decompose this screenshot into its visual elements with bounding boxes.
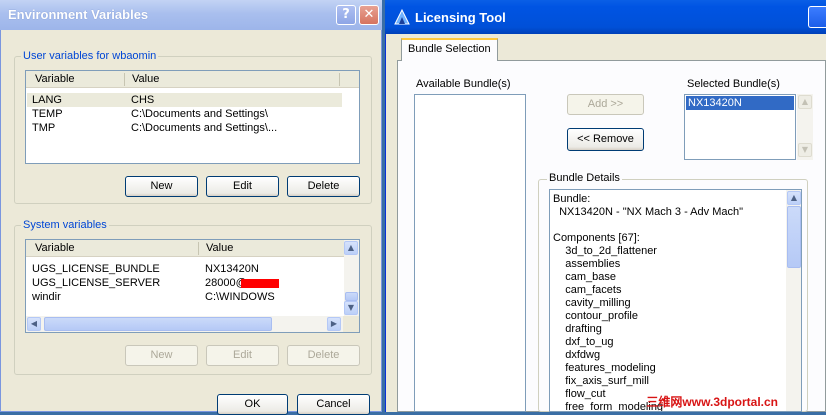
selected-bundles-label: Selected Bundle(s) bbox=[687, 78, 780, 90]
details-line: contour_profile bbox=[553, 310, 638, 322]
scroll-right-icon[interactable]: ▶ bbox=[327, 317, 341, 331]
scroll-up-icon[interactable]: ▲ bbox=[344, 241, 358, 255]
tab-bundle-selection[interactable]: Bundle Selection bbox=[401, 38, 498, 61]
available-bundles-label: Available Bundle(s) bbox=[416, 78, 511, 90]
row-value: CHS bbox=[131, 94, 155, 106]
details-line: Components [67]: bbox=[553, 232, 640, 244]
system-variables-label: System variables bbox=[21, 219, 109, 231]
details-line: features_modeling bbox=[553, 362, 656, 374]
table-row[interactable]: LANG CHS bbox=[27, 93, 342, 107]
bundle-details-text[interactable]: Bundle: NX13420N - "NX Mach 3 - Adv Mach… bbox=[549, 189, 802, 412]
details-line: cam_facets bbox=[553, 284, 622, 296]
details-line: cavity_milling bbox=[553, 297, 631, 309]
watermark-text: 三维网www.3dportal.cn bbox=[646, 395, 778, 409]
env-title-bar[interactable]: Environment Variables ? ✕ bbox=[0, 0, 382, 30]
row-variable: TMP bbox=[32, 122, 56, 134]
details-vscrollbar[interactable]: ▲ bbox=[786, 190, 801, 411]
table-row[interactable]: TEMP C:\Documents and Settings\ bbox=[27, 107, 342, 121]
selected-bundle-item: NX13420N bbox=[688, 97, 742, 109]
details-scroll-thumb[interactable] bbox=[787, 206, 801, 268]
column-variable[interactable]: Variable bbox=[35, 242, 75, 254]
remove-button[interactable]: << Remove bbox=[567, 128, 644, 151]
details-line: Bundle: bbox=[553, 193, 591, 205]
column-value[interactable]: Value bbox=[206, 242, 233, 254]
row-variable: windir bbox=[32, 291, 61, 303]
details-line: dxfdwg bbox=[553, 349, 601, 361]
add-button[interactable]: Add >> bbox=[567, 94, 644, 115]
env-window-title: Environment Variables bbox=[8, 7, 149, 22]
user-list-header: Variable Value bbox=[26, 71, 359, 88]
row-variable: TEMP bbox=[32, 108, 63, 120]
redaction-mark bbox=[241, 279, 279, 288]
system-list-header: Variable Value bbox=[26, 240, 344, 257]
licensing-app-icon bbox=[394, 8, 410, 25]
details-line: assemblies bbox=[553, 258, 621, 270]
system-new-button[interactable]: New bbox=[125, 345, 198, 366]
column-variable[interactable]: Variable bbox=[35, 73, 75, 85]
details-line: NX13420N - "NX Mach 3 - Adv Mach" bbox=[553, 206, 743, 218]
scroll-left-icon[interactable]: ◀ bbox=[27, 317, 41, 331]
system-list-vscrollbar[interactable]: ▲ ▼ bbox=[344, 240, 359, 316]
details-line: fix_axis_surf_mill bbox=[553, 375, 649, 387]
vscroll-thumb[interactable] bbox=[345, 292, 358, 301]
selected-list-scrollbar[interactable]: ▲ ▼ bbox=[797, 94, 813, 160]
available-bundles-list[interactable] bbox=[414, 94, 526, 412]
system-delete-button[interactable]: Delete bbox=[287, 345, 360, 366]
details-line: drafting bbox=[553, 323, 602, 335]
close-button[interactable]: ✕ bbox=[359, 5, 379, 25]
user-delete-button[interactable]: Delete bbox=[287, 176, 360, 197]
list-item[interactable]: NX13420N bbox=[686, 96, 794, 110]
row-value: NX13420N bbox=[205, 263, 259, 275]
scroll-down-icon[interactable]: ▼ bbox=[798, 143, 812, 157]
table-row[interactable]: windir C:\WINDOWS bbox=[27, 290, 343, 304]
row-variable: UGS_LICENSE_BUNDLE bbox=[32, 263, 160, 275]
selected-bundles-list[interactable]: NX13420N bbox=[684, 94, 796, 160]
help-button[interactable]: ? bbox=[336, 5, 356, 25]
table-row[interactable]: UGS_LICENSE_BUNDLE NX13420N bbox=[27, 262, 343, 276]
column-value[interactable]: Value bbox=[132, 73, 159, 85]
system-variables-list[interactable]: Variable Value UGS_LICENSE_BUNDLE NX1342… bbox=[25, 239, 360, 333]
row-value: C:\WINDOWS bbox=[205, 291, 275, 303]
row-variable: UGS_LICENSE_SERVER bbox=[32, 277, 161, 289]
row-value: C:\Documents and Settings\ bbox=[131, 108, 268, 120]
user-edit-button[interactable]: Edit bbox=[206, 176, 279, 197]
row-variable: LANG bbox=[32, 94, 62, 106]
details-line: cam_base bbox=[553, 271, 616, 283]
hscroll-thumb[interactable] bbox=[44, 317, 272, 331]
lic-title-button-partial[interactable] bbox=[808, 6, 826, 28]
lic-window-title: Licensing Tool bbox=[415, 10, 506, 25]
row-value: C:\Documents and Settings\... bbox=[131, 122, 278, 134]
details-line: dxf_to_ug bbox=[553, 336, 614, 348]
system-list-hscrollbar[interactable]: ◀ ▶ bbox=[26, 316, 359, 332]
bundle-details-label: Bundle Details bbox=[547, 172, 622, 184]
user-variables-label: User variables for wbaomin bbox=[21, 50, 159, 62]
scroll-down-icon[interactable]: ▼ bbox=[344, 301, 358, 315]
table-row[interactable]: TMP C:\Documents and Settings\... bbox=[27, 121, 342, 135]
details-line: flow_cut bbox=[553, 388, 606, 400]
user-variables-list[interactable]: Variable Value LANG CHS TEMP C:\Document… bbox=[25, 70, 360, 164]
user-new-button[interactable]: New bbox=[125, 176, 198, 197]
table-row[interactable]: UGS_LICENSE_SERVER 28000@ bbox=[27, 276, 343, 290]
lic-title-bar[interactable]: Licensing Tool bbox=[385, 0, 826, 34]
details-line: 3d_to_2d_flattener bbox=[553, 245, 657, 257]
system-edit-button[interactable]: Edit bbox=[206, 345, 279, 366]
scroll-up-icon[interactable]: ▲ bbox=[787, 191, 801, 205]
scroll-up-icon[interactable]: ▲ bbox=[798, 95, 812, 109]
